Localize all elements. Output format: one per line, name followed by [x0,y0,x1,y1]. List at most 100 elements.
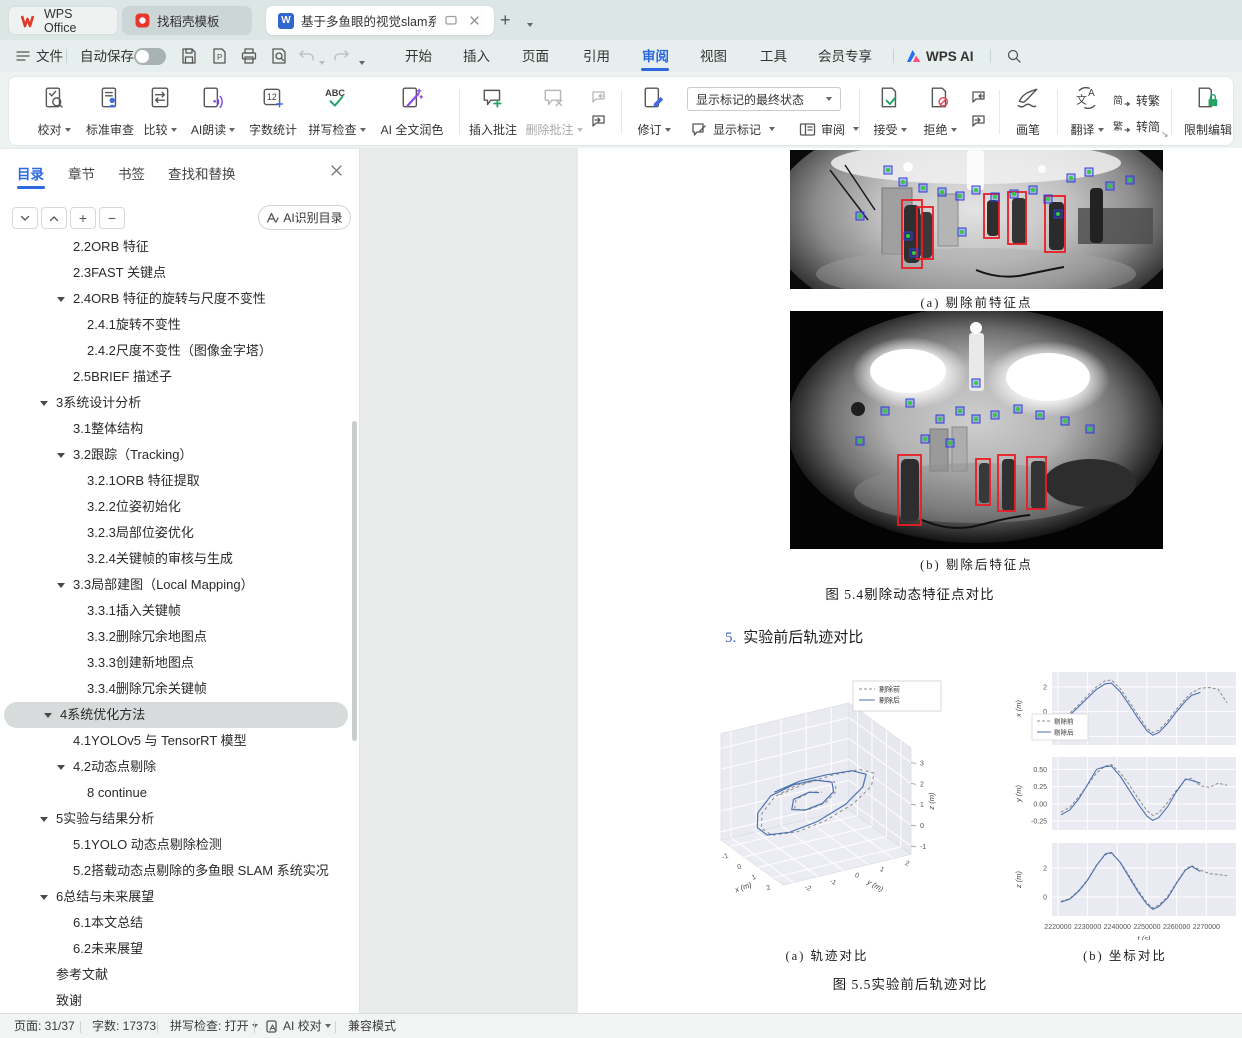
outline-item[interactable]: 3.2跟踪（Tracking） [0,442,352,468]
outline-item[interactable]: 6.2未来展望 [0,936,352,962]
collapse-arrow-icon[interactable] [57,765,65,770]
outline-item[interactable]: 3.3.4删除冗余关键帧 [0,676,352,702]
reject-button[interactable]: 拒绝 [917,84,963,140]
outline-item[interactable]: 4.1YOLOv5 与 TensorRT 模型 [0,728,352,754]
outline-collapse-up-button[interactable] [41,207,67,229]
translate-button[interactable]: 文A 翻译 [1064,84,1110,140]
outline-item[interactable]: 5实验与结果分析 [0,806,352,832]
new-tab-button[interactable]: + [500,10,511,30]
to-traditional-button[interactable]: 简 转繁 [1113,89,1160,111]
accept-button[interactable]: 接受 [867,84,913,140]
outline-item[interactable]: 2.4ORB 特征的旋转与尺度不变性 [0,286,352,312]
spell-check-button[interactable]: ABC 拼写检查 [306,84,368,140]
compare-button[interactable]: 比较 [137,84,183,140]
markup-state-dropdown[interactable]: 显示标记的最终状态 [687,87,841,111]
sidebar-tab-chapters[interactable]: 章节 [68,163,95,183]
outline-item[interactable]: 3.1整体结构 [0,416,352,442]
word-count-button[interactable]: 12 字数统计 [245,84,301,140]
outline-expand-down-button[interactable] [12,207,38,229]
sidebar-scrollbar[interactable] [352,421,357,741]
outline-item[interactable]: 5.2搭载动态点剔除的多鱼眼 SLAM 系统实况 [0,858,352,884]
outline-item[interactable]: 2.5BRIEF 描述子 [0,364,352,390]
outline-item[interactable]: 3.2.4关键帧的审核与生成 [0,546,352,572]
toolbar-more-chevron[interactable] [356,54,365,72]
outline-item[interactable]: 2.4.2尺度不变性（图像金字塔） [0,338,352,364]
autosave-toggle[interactable] [134,48,166,65]
sidebar-tab-bookmarks[interactable]: 书签 [118,163,145,183]
next-change-button[interactable] [969,112,989,130]
outline-item[interactable]: 5.1YOLO 动态点剔除检测 [0,832,352,858]
restrict-edit-button[interactable]: 限制编辑 [1179,84,1234,140]
outline-item[interactable]: 2.2ORB 特征 [0,239,352,260]
outline-item[interactable]: 4.2动态点剔除 [0,754,352,780]
prev-change-button[interactable] [969,88,989,106]
compat-mode-indicator[interactable]: 兼容模式 [348,1018,396,1035]
outline-item[interactable]: 3.2.1ORB 特征提取 [0,468,352,494]
outline-zoom-in-button[interactable]: + [70,207,96,229]
menu-item-reference[interactable]: 引用 [583,46,610,68]
outline-item[interactable]: 3.3.1插入关键帧 [0,598,352,624]
outline-item[interactable]: 2.3FAST 关键点 [0,260,352,286]
collapse-arrow-icon[interactable] [40,401,48,406]
save-icon[interactable] [180,47,198,70]
outline-item[interactable]: 致谢 [0,988,352,1010]
outline-item[interactable]: 参考文献 [0,962,352,988]
hamburger-icon[interactable] [16,49,30,67]
outline-item[interactable]: 4系统优化方法 [4,702,348,728]
window-icon[interactable] [443,13,459,29]
menu-item-start[interactable]: 开始 [405,46,432,68]
show-markup-button[interactable]: 显示标记 [691,118,775,140]
tab-wps-home[interactable]: WPS Office [8,6,118,35]
collapse-arrow-icon[interactable] [40,895,48,900]
outline-zoom-out-button[interactable]: − [99,207,125,229]
spellcheck-indicator[interactable]: 拼写检查: 打开 [170,1018,258,1035]
outline-item[interactable]: 8 continue [0,780,352,806]
collapse-arrow-icon[interactable] [57,453,65,458]
sidebar-tab-find-replace[interactable]: 查找和替换 [168,163,236,183]
print-preview-icon[interactable] [270,47,288,70]
sidebar-tab-contents[interactable]: 目录 [17,163,44,183]
brush-button[interactable]: 画笔 [1006,84,1050,140]
tab-docer[interactable]: 找稻壳模板 [122,6,252,35]
review-pane-button[interactable]: 审阅 [799,118,859,140]
outline-item[interactable]: 3.2.3局部位姿优化 [0,520,352,546]
ai-recognize-toc-button[interactable]: AI识别目录 [258,205,351,230]
outline-item[interactable]: 6总结与未来展望 [0,884,352,910]
outline-item[interactable]: 3系统设计分析 [0,390,352,416]
menu-item-member[interactable]: 会员专享 [818,46,872,68]
export-pdf-icon[interactable]: P [210,47,228,70]
outline-item[interactable]: 3.3.2删除冗余地图点 [0,624,352,650]
collapse-arrow-icon[interactable] [40,817,48,822]
collapse-arrow-icon[interactable] [44,713,52,718]
collapse-arrow-icon[interactable] [57,297,65,302]
outline-item[interactable]: 2.4.1旋转不变性 [0,312,352,338]
ai-polish-button[interactable]: AI 全文润色 [372,84,452,140]
menu-item-tools[interactable]: 工具 [760,46,787,68]
menu-item-insert[interactable]: 插入 [463,46,490,68]
page-indicator[interactable]: 页面: 31/37 [14,1018,75,1035]
menu-file[interactable]: 文件 [36,46,63,68]
menu-item-view[interactable]: 视图 [700,46,727,68]
standard-review-button[interactable]: 标准审查 [81,84,139,140]
outline-item[interactable]: 3.3.3创建新地图点 [0,650,352,676]
menu-item-page[interactable]: 页面 [522,46,549,68]
close-icon[interactable] [466,13,482,29]
wps-ai-label[interactable]: WPS AI [926,46,974,68]
word-count-indicator[interactable]: 字数: 17373 [92,1018,156,1035]
outline-item[interactable]: 3.2.2位姿初始化 [0,494,352,520]
insert-comment-button[interactable]: 插入批注 [465,84,521,140]
ai-read-button[interactable]: AI朗读 [184,84,242,140]
tab-document[interactable]: W 基于多鱼眼的视觉slam系统 [266,6,494,35]
dialog-launcher-icon[interactable]: ↘ [1161,129,1169,140]
tab-list-chevron[interactable] [524,16,533,34]
collapse-arrow-icon[interactable] [57,583,65,588]
ai-proof-indicator[interactable]: AI 校对 [283,1018,331,1035]
sidebar-close-icon[interactable] [330,164,343,182]
to-simplified-button[interactable]: 繁 转简 [1113,115,1160,137]
next-comment-button[interactable] [589,112,609,130]
outline-item[interactable]: 3.3局部建图（Local Mapping） [0,572,352,598]
menu-item-review[interactable]: 审阅 [642,46,669,68]
track-changes-button[interactable]: 修订 [631,84,677,140]
proofread-button[interactable]: 校对 [29,84,79,140]
outline-item[interactable]: 6.1本文总结 [0,910,352,936]
